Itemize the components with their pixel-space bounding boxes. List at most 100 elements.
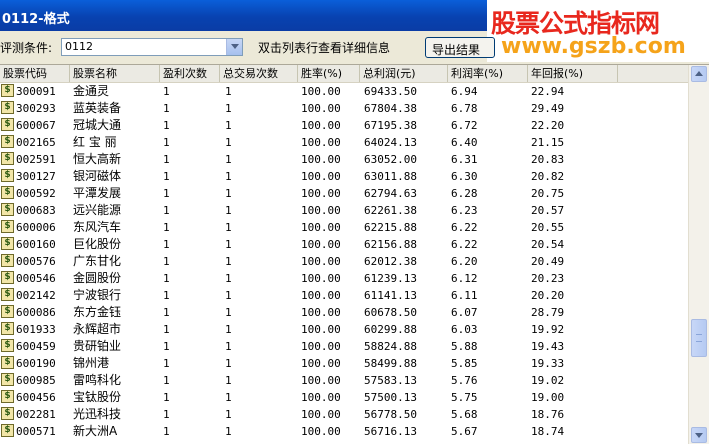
- column-header-trades[interactable]: 总交易次数: [220, 65, 298, 82]
- table-row[interactable]: $601933 永辉超市 1 1 100.00 60299.88 6.03 19.92: [0, 321, 688, 338]
- cell-profit: 61239.13: [364, 272, 417, 285]
- stock-dollar-icon: $: [1, 220, 14, 233]
- cell-profit-rate: 5.88: [451, 340, 478, 353]
- cell-name: 广东甘化: [73, 254, 122, 268]
- cell-code: 600006: [16, 221, 56, 234]
- hint-text: 双击列表行查看详细信息: [258, 41, 391, 55]
- cell-name: 东风汽车: [73, 220, 122, 234]
- export-button[interactable]: 导出结果: [425, 37, 495, 58]
- window-title: 0112-格式: [2, 12, 70, 27]
- cell-trades: 1: [225, 136, 232, 149]
- cell-annual: 21.15: [531, 136, 565, 149]
- cell-wins: 1: [163, 374, 170, 387]
- table-row[interactable]: $600067 冠城大通 1 1 100.00 67195.38 6.72 22.20: [0, 117, 688, 134]
- cell-winrate: 100.00: [301, 289, 341, 302]
- condition-select[interactable]: 0112: [61, 38, 243, 56]
- cell-profit: 67195.38: [364, 119, 417, 132]
- table-row[interactable]: $002142 宁波银行 1 1 100.00 61141.13 6.11 20.20: [0, 287, 688, 304]
- cell-winrate: 100.00: [301, 391, 341, 404]
- scroll-up-icon[interactable]: [691, 66, 707, 82]
- cell-trades: 1: [225, 306, 232, 319]
- table-row[interactable]: $000683 远兴能源 1 1 100.00 62261.38 6.23 20.57: [0, 202, 688, 219]
- cell-profit-rate: 5.76: [451, 374, 478, 387]
- cell-code: 000576: [16, 255, 56, 268]
- cell-profit: 60678.50: [364, 306, 417, 319]
- cell-trades: 1: [225, 204, 232, 217]
- table-row[interactable]: $002591 恒大高新 1 1 100.00 63052.00 6.31 20.83: [0, 151, 688, 168]
- cell-profit-rate: 6.11: [451, 289, 478, 302]
- cell-trades: 1: [225, 119, 232, 132]
- cell-wins: 1: [163, 306, 170, 319]
- table-row[interactable]: $000592 平潭发展 1 1 100.00 62794.63 6.28 20.75: [0, 185, 688, 202]
- column-header-profit-rate[interactable]: 利润率(%): [448, 65, 528, 82]
- stock-dollar-icon: $: [1, 135, 14, 148]
- cell-trades: 1: [225, 238, 232, 251]
- cell-trades: 1: [225, 391, 232, 404]
- chevron-down-icon[interactable]: [226, 39, 242, 55]
- cell-profit: 62156.88: [364, 238, 417, 251]
- table-row[interactable]: $600160 巨化股份 1 1 100.00 62156.88 6.22 20.54: [0, 236, 688, 253]
- cell-trades: 1: [225, 425, 232, 438]
- cell-profit-rate: 6.23: [451, 204, 478, 217]
- cell-name: 远兴能源: [73, 203, 122, 217]
- cell-code: 002281: [16, 408, 56, 421]
- cell-profit-rate: 6.72: [451, 119, 478, 132]
- table-row[interactable]: $600456 宝钛股份 1 1 100.00 57500.13 5.75 19.00: [0, 389, 688, 406]
- cell-profit-rate: 6.22: [451, 238, 478, 251]
- cell-code: 000546: [16, 272, 56, 285]
- column-header-profit[interactable]: 总利润(元): [360, 65, 448, 82]
- cell-winrate: 100.00: [301, 306, 341, 319]
- cell-annual: 20.57: [531, 204, 565, 217]
- table-row[interactable]: $600459 贵研铂业 1 1 100.00 58824.88 5.88 19.43: [0, 338, 688, 355]
- stock-dollar-icon: $: [1, 288, 14, 301]
- table-row[interactable]: $002165 红 宝 丽 1 1 100.00 64024.13 6.40 21.15: [0, 134, 688, 151]
- cell-annual: 20.55: [531, 221, 565, 234]
- cell-code: 000683: [16, 204, 56, 217]
- cell-annual: 19.00: [531, 391, 565, 404]
- cell-wins: 1: [163, 170, 170, 183]
- cell-annual: 22.94: [531, 85, 565, 98]
- column-header-name[interactable]: 股票名称: [70, 65, 160, 82]
- cell-trades: 1: [225, 289, 232, 302]
- column-header-annual[interactable]: 年回报(%): [528, 65, 618, 82]
- cell-code: 300127: [16, 170, 56, 183]
- cell-trades: 1: [225, 187, 232, 200]
- scroll-thumb[interactable]: [691, 319, 707, 357]
- cell-code: 002591: [16, 153, 56, 166]
- cell-profit: 62261.38: [364, 204, 417, 217]
- table-row[interactable]: $300127 银河磁体 1 1 100.00 63011.88 6.30 20.82: [0, 168, 688, 185]
- cell-winrate: 100.00: [301, 255, 341, 268]
- stock-dollar-icon: $: [1, 169, 14, 182]
- cell-profit: 69433.50: [364, 85, 417, 98]
- cell-wins: 1: [163, 323, 170, 336]
- table-row[interactable]: $600006 东风汽车 1 1 100.00 62215.88 6.22 20.55: [0, 219, 688, 236]
- cell-annual: 28.79: [531, 306, 565, 319]
- cell-code: 600459: [16, 340, 56, 353]
- table-row[interactable]: $000571 新大洲A 1 1 100.00 56716.13 5.67 18.74: [0, 423, 688, 440]
- cell-profit: 62215.88: [364, 221, 417, 234]
- cell-name: 东方金钰: [73, 305, 122, 319]
- cell-annual: 20.23: [531, 272, 565, 285]
- table-row[interactable]: $002281 光迅科技 1 1 100.00 56778.50 5.68 18.76: [0, 406, 688, 423]
- table-row[interactable]: $600985 雷鸣科化 1 1 100.00 57583.13 5.76 19.02: [0, 372, 688, 389]
- stock-dollar-icon: $: [1, 186, 14, 199]
- table-row[interactable]: $600086 东方金钰 1 1 100.00 60678.50 6.07 28.79: [0, 304, 688, 321]
- column-header-wins[interactable]: 盈利次数: [160, 65, 220, 82]
- table-row[interactable]: $000546 金圆股份 1 1 100.00 61239.13 6.12 20.23: [0, 270, 688, 287]
- scroll-down-icon[interactable]: [691, 427, 707, 443]
- column-header-winrate[interactable]: 胜率(%): [298, 65, 360, 82]
- results-list[interactable]: 股票代码 股票名称 盈利次数 总交易次数 胜率(%) 总利润(元) 利润率(%) 年回报(%)…: [0, 64, 709, 444]
- cell-trades: 1: [225, 323, 232, 336]
- cell-code: 002142: [16, 289, 56, 302]
- cell-wins: 1: [163, 187, 170, 200]
- table-row[interactable]: $000576 广东甘化 1 1 100.00 62012.38 6.20 20.49: [0, 253, 688, 270]
- table-row[interactable]: $300293 蓝英装备 1 1 100.00 67804.38 6.78 29.49: [0, 100, 688, 117]
- cell-winrate: 100.00: [301, 425, 341, 438]
- table-row[interactable]: $600190 锦州港 1 1 100.00 58499.88 5.85 19.33: [0, 355, 688, 372]
- table-row[interactable]: $300091 金通灵 1 1 100.00 69433.50 6.94 22.94: [0, 83, 688, 100]
- cell-profit-rate: 6.31: [451, 153, 478, 166]
- vertical-scrollbar[interactable]: [688, 65, 709, 444]
- cell-winrate: 100.00: [301, 119, 341, 132]
- stock-dollar-icon: $: [1, 118, 14, 131]
- column-header-code[interactable]: 股票代码: [0, 65, 70, 82]
